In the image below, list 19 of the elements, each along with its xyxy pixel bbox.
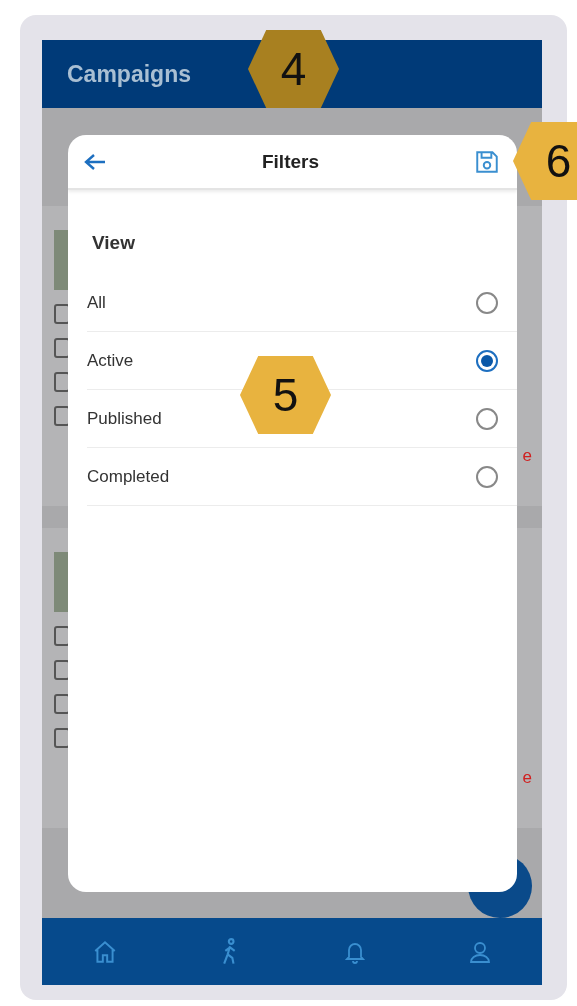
back-arrow-icon [84,152,106,171]
option-label: All [87,292,106,313]
option-label: Completed [87,466,170,487]
photo-placeholder [54,552,68,612]
header-title: Campaigns [67,60,191,88]
save-icon [474,148,500,175]
radio-button[interactable] [476,349,498,372]
card-action-text: e [522,768,532,788]
option-label: Active [87,350,134,371]
radio-button[interactable] [476,407,498,430]
section-title: View [92,232,136,254]
radio-button[interactable] [476,291,498,314]
filter-option[interactable]: Completed [87,448,517,506]
card-action-text: e [522,446,532,466]
photo-placeholder [54,230,68,290]
radio-button[interactable] [476,465,498,488]
filters-title: Filters [262,150,319,173]
filter-option[interactable]: All [87,274,517,332]
option-label: Published [87,408,162,429]
